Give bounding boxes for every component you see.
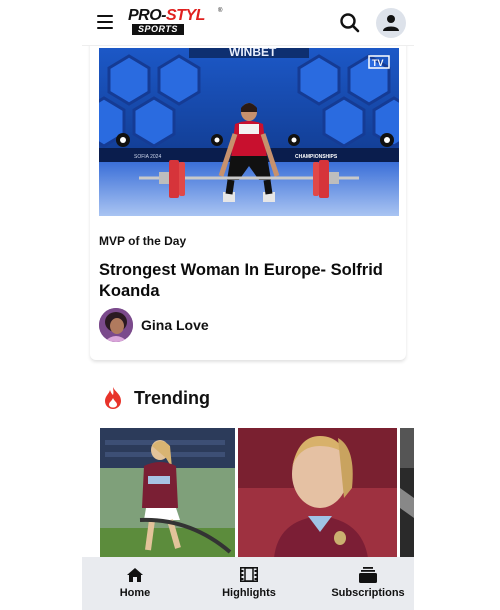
- trending-item-footballer-running[interactable]: [100, 428, 235, 558]
- search-icon[interactable]: [339, 12, 361, 34]
- top-app-bar: PRO-STYL SPORTS ®: [82, 0, 414, 46]
- article-category-label: MVP of the Day: [99, 234, 187, 248]
- trending-item-partial[interactable]: [400, 428, 414, 558]
- profile-avatar-button[interactable]: [376, 8, 406, 38]
- flame-icon: [102, 386, 124, 410]
- nav-home[interactable]: Home: [100, 557, 170, 610]
- nav-subscriptions-label: Subscriptions: [331, 587, 405, 599]
- featured-article-card[interactable]: WINBET TV SOFIA 2024 CHAMPIONSHIPS MVP o…: [90, 30, 406, 360]
- author-name[interactable]: Gina Love: [141, 317, 209, 333]
- nav-home-label: Home: [119, 587, 151, 599]
- menu-icon[interactable]: [97, 15, 113, 29]
- board-right-text: CHAMPIONSHIPS: [295, 154, 338, 160]
- user-icon: [383, 15, 399, 31]
- hero-banner-text: WINBET: [229, 48, 277, 59]
- article-hero-image: WINBET TV SOFIA 2024 CHAMPIONSHIPS: [99, 48, 399, 216]
- subscriptions-icon: [359, 567, 377, 583]
- trending-section-title: Trending: [134, 388, 210, 408]
- tv-badge-text: TV: [372, 58, 384, 68]
- trending-carousel[interactable]: [100, 428, 414, 558]
- author-avatar[interactable]: [99, 308, 133, 342]
- home-icon: [127, 568, 143, 582]
- trending-item-footballer-portrait[interactable]: [238, 428, 397, 558]
- app-screen: PRO-STYL SPORTS ® WINBET TV SOFIA 2024 C…: [82, 0, 414, 610]
- pro-styl-sports-logo[interactable]: PRO-STYL SPORTS ®: [128, 8, 222, 36]
- nav-highlights[interactable]: Highlights: [212, 557, 286, 610]
- bottom-navigation: Home Highlights Subscriptions: [82, 557, 414, 610]
- nav-subscriptions[interactable]: Subscriptions: [322, 557, 414, 610]
- board-left-text: SOFIA 2024: [134, 154, 161, 160]
- film-icon: [240, 567, 258, 582]
- nav-highlights-label: Highlights: [222, 587, 276, 599]
- article-headline[interactable]: Strongest Woman In Europe- Solfrid Koand…: [99, 260, 399, 302]
